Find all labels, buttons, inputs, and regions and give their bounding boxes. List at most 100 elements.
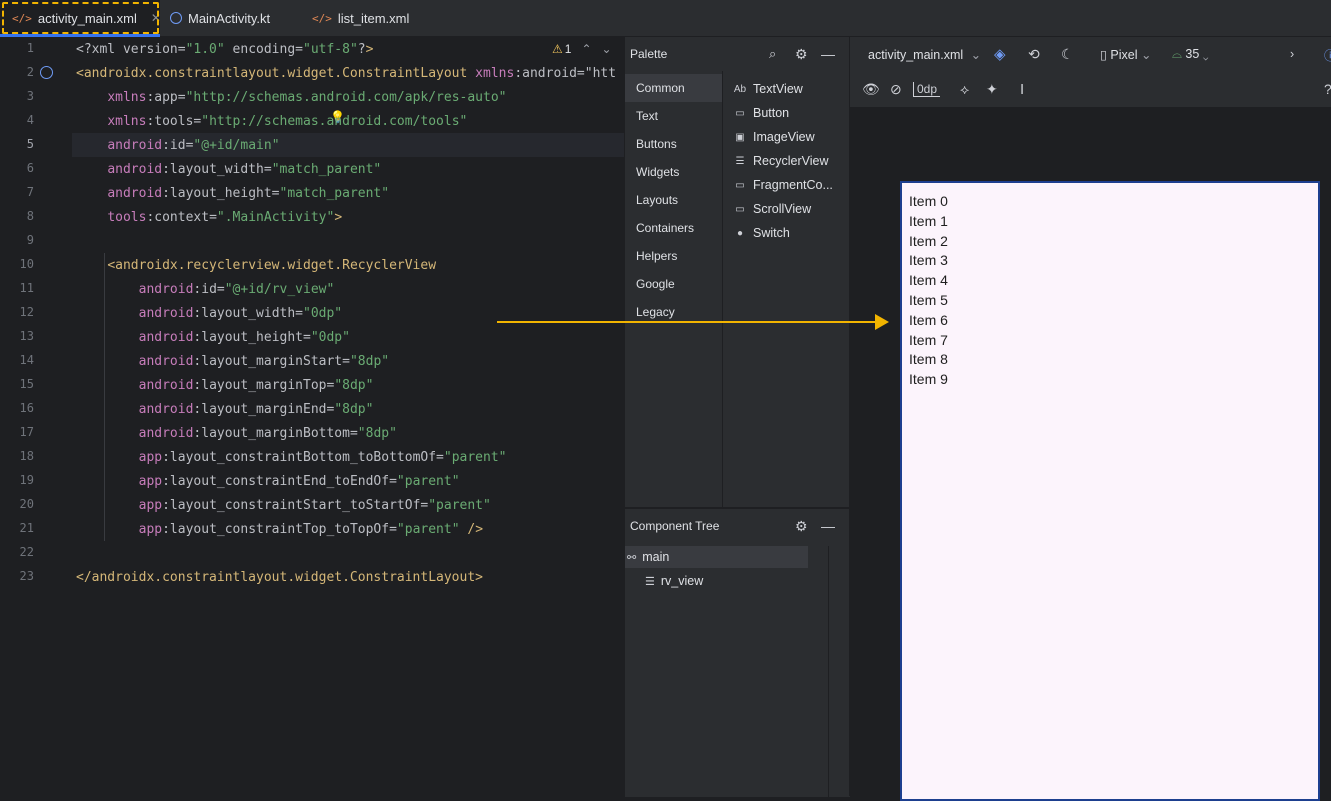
palette-item-icon: ●	[736, 227, 744, 239]
gear-icon[interactable]: ⚙	[795, 46, 808, 63]
eye-icon[interactable]: 👁	[862, 81, 880, 98]
component-tree-title: Component Tree	[630, 519, 720, 533]
phone-icon: ▯	[1100, 47, 1107, 62]
tab-mainactivity[interactable]: MainActivity.kt	[170, 0, 270, 36]
code-line: android:id="@+id/rv_view"	[138, 282, 335, 297]
code-line: android:layout_marginTop="8dp"	[138, 378, 374, 393]
list-item[interactable]: Item 6	[909, 312, 948, 328]
code-line: xmlns:tools="http://schemas.android.com/…	[107, 114, 468, 129]
palette-category[interactable]: Layouts	[625, 186, 722, 214]
palette-item-label: FragmentCo...	[753, 178, 833, 192]
palette-item-label: ImageView	[753, 130, 815, 144]
list-item[interactable]: Item 1	[909, 213, 948, 229]
palette-category[interactable]: Common	[625, 74, 722, 102]
constraints-icon[interactable]: ⟡	[960, 81, 969, 98]
palette-item[interactable]: ▭ FragmentCo...	[733, 173, 833, 197]
default-margin-field[interactable]: 0dp	[913, 82, 941, 97]
tab-label: MainActivity.kt	[188, 10, 271, 26]
palette-item[interactable]: ▣ ImageView	[733, 125, 815, 149]
chevron-down-icon: ⌄	[1202, 46, 1209, 61]
list-item[interactable]: Item 5	[909, 292, 948, 308]
device-label: Pixel	[1110, 47, 1138, 62]
palette-category[interactable]: Widgets	[625, 158, 722, 186]
chevron-down-icon: ⌄	[970, 47, 982, 62]
palette-item-label: Switch	[753, 226, 790, 240]
code-line: </androidx.constraintlayout.widget.Const…	[76, 570, 483, 585]
component-tree-header: Component Tree ⚙ —	[625, 509, 850, 543]
tree-node-main[interactable]: ⚯ main	[627, 546, 669, 568]
night-mode-icon[interactable]: ☾	[1061, 46, 1074, 63]
list-item[interactable]: Item 3	[909, 252, 948, 268]
arrow-annotation	[497, 314, 889, 330]
infer-constraints-icon[interactable]: ✦	[986, 81, 998, 98]
recyclerview-icon: ☰	[645, 575, 655, 588]
code-line: android:id="@+id/main"	[107, 138, 280, 153]
code-line: android:layout_height="0dp"	[138, 330, 350, 345]
search-icon[interactable]: ⌕	[769, 46, 776, 62]
code-line: app:layout_constraintStart_toStartOf="pa…	[138, 498, 491, 513]
palette-item-icon: ▭	[735, 107, 745, 119]
code-line: android:layout_marginBottom="8dp"	[138, 426, 397, 441]
palette-item-label: TextView	[753, 82, 803, 96]
code-line: app:layout_constraintTop_toTopOf="parent…	[138, 522, 484, 537]
palette-item[interactable]: ▭ ScrollView	[733, 197, 811, 221]
tab-list-item[interactable]: </> list_item.xml	[312, 0, 409, 36]
component-tree-panel: Component Tree ⚙ — ⚯ main ☰ rv_view	[624, 508, 850, 797]
list-item[interactable]: Item 0	[909, 193, 948, 209]
list-item[interactable]: Item 4	[909, 272, 948, 288]
tab-activity-main[interactable]: </> activity_main.xml ✕	[0, 0, 161, 37]
list-item[interactable]: Item 8	[909, 351, 948, 367]
palette-item-icon: Ab	[733, 83, 747, 95]
orientation-icon[interactable]: ⟲	[1028, 46, 1040, 63]
list-item[interactable]: Item 9	[909, 371, 948, 387]
baseline-icon[interactable]: Ⅰ	[1020, 81, 1024, 98]
palette-header: Palette ⌕ ⚙ —	[625, 37, 850, 71]
code-line: android:layout_width="0dp"	[138, 306, 343, 321]
palette-category[interactable]: Text	[625, 102, 722, 130]
help-icon[interactable]: ?	[1324, 81, 1331, 97]
palette-category[interactable]: Containers	[625, 214, 722, 242]
list-item[interactable]: Item 2	[909, 233, 948, 249]
gear-icon[interactable]: ⚙	[795, 518, 808, 535]
design-canvas[interactable]: Item 0 Item 1 Item 2 Item 3 Item 4 Item 5 Item…	[850, 107, 1331, 801]
palette-category[interactable]: Helpers	[625, 242, 722, 270]
code-line: tools:context=".MainActivity">	[107, 210, 343, 225]
device-selector[interactable]: ▯ Pixel ⌄	[1100, 47, 1151, 62]
xml-file-icon: </>	[12, 11, 32, 25]
palette-category[interactable]: Google	[625, 270, 722, 298]
constraint-layout-icon: ⚯	[627, 551, 637, 564]
minimize-icon[interactable]: —	[821, 46, 835, 62]
design-editor: activity_main.xml ⌄ ◈ ⟲ ☾ ▯ Pixel ⌄ ⌓ 35…	[849, 37, 1331, 801]
design-surface-icon[interactable]: ◈	[994, 45, 1006, 63]
palette-item-label: Button	[753, 106, 790, 120]
tab-label: list_item.xml	[337, 10, 410, 26]
api-selector[interactable]: ⌓ 35 ⌄	[1172, 47, 1209, 62]
code-line: android:layout_marginEnd="8dp"	[138, 402, 374, 417]
code-line: android:layout_height="match_parent"	[107, 186, 390, 201]
tree-node-rv-view[interactable]: ☰ rv_view	[645, 570, 703, 592]
palette-item-label: ScrollView	[753, 202, 812, 216]
palette-category[interactable]: Buttons	[625, 130, 722, 158]
palette-item-label: RecyclerView	[753, 154, 829, 168]
close-icon[interactable]: ✕	[151, 11, 161, 25]
chevron-right-icon[interactable]: ›	[1290, 47, 1294, 61]
minimize-icon[interactable]: —	[821, 518, 835, 534]
android-icon: ⌓	[1172, 46, 1182, 61]
file-selector-label: activity_main.xml	[868, 47, 964, 62]
palette-item[interactable]: ● Switch	[733, 221, 790, 245]
palette-item[interactable]: ☰ RecyclerView	[733, 149, 829, 173]
tree-node-label: rv_view	[660, 574, 704, 588]
palette-item[interactable]: Ab TextView	[733, 77, 803, 101]
file-selector[interactable]: activity_main.xml ⌄	[868, 47, 981, 62]
palette-divider	[722, 71, 723, 507]
magnet-off-icon[interactable]: ⊘	[890, 81, 902, 98]
design-toolbar: activity_main.xml ⌄ ◈ ⟲ ☾ ▯ Pixel ⌄ ⌓ 35…	[850, 37, 1331, 71]
editor-tab-bar: </> activity_main.xml ✕ MainActivity.kt …	[0, 0, 1331, 37]
info-icon[interactable]: ⓘ	[1324, 45, 1331, 64]
list-item[interactable]: Item 7	[909, 332, 948, 348]
code-editor[interactable]: 1 2 3 4 5 6 7 8 9 10 11 12 13 14 15 16 17 18 19 20 21 22 23 ⚠ …	[0, 37, 624, 796]
palette-item[interactable]: ▭ Button	[733, 101, 789, 125]
code-line: xmlns:app="http://schemas.android.com/ap…	[107, 90, 507, 105]
device-preview[interactable]: Item 0 Item 1 Item 2 Item 3 Item 4 Item 5 Item…	[900, 181, 1320, 801]
code-line: android:layout_marginStart="8dp"	[138, 354, 390, 369]
